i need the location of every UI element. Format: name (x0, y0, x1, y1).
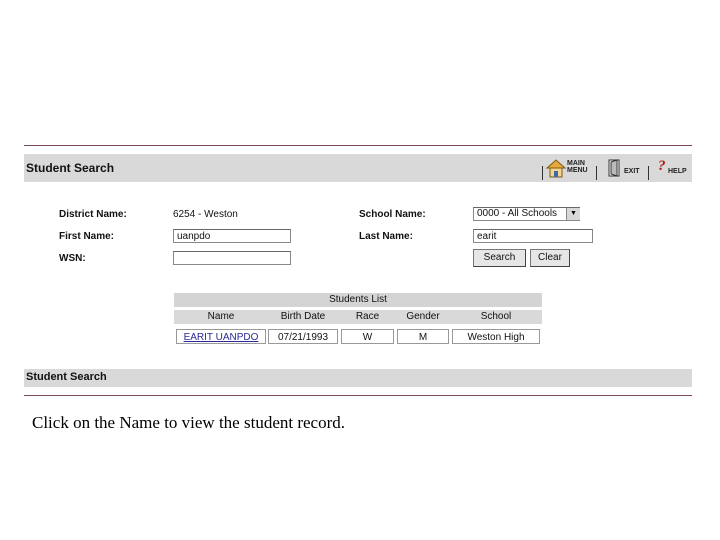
page-title: Student Search (26, 161, 115, 175)
help-button[interactable]: HELP (668, 168, 687, 175)
toolbar-separator (542, 166, 543, 180)
main-menu-label-line2: MENU (567, 167, 588, 174)
help-icon[interactable]: ? (658, 158, 666, 175)
column-header-birth-date: Birth Date (280, 311, 326, 322)
last-name-label: Last Name: (359, 231, 413, 242)
school-cell: Weston High (452, 329, 540, 344)
footer-bar (24, 369, 692, 387)
race-cell: W (341, 329, 394, 344)
bottom-divider (24, 395, 692, 396)
wsn-label: WSN: (59, 253, 86, 264)
district-name-label: District Name: (59, 209, 127, 220)
column-header-gender: Gender (406, 311, 440, 322)
search-button[interactable]: Search (473, 249, 526, 267)
school-name-select[interactable]: 0000 - All Schools (473, 207, 580, 221)
first-name-field[interactable] (173, 229, 291, 243)
first-name-label: First Name: (59, 231, 115, 242)
school-name-label: School Name: (359, 209, 426, 220)
column-header-school: School (480, 311, 512, 322)
gender-cell: M (397, 329, 449, 344)
last-name-field[interactable] (473, 229, 593, 243)
main-menu-label-line1: MAIN (567, 160, 585, 167)
main-menu-button[interactable]: MAIN MENU (567, 160, 588, 174)
exit-icon[interactable] (608, 159, 622, 177)
exit-button[interactable]: EXIT (624, 168, 640, 175)
instruction-text: Click on the Name to view the student re… (32, 413, 345, 432)
school-name-selected: 0000 - All Schools (477, 208, 558, 219)
toolbar-separator (648, 166, 649, 180)
clear-button[interactable]: Clear (530, 249, 570, 267)
footer-title: Student Search (26, 371, 107, 383)
student-name-link[interactable]: EARIT UANPDO (184, 332, 259, 343)
wsn-field[interactable] (173, 251, 291, 265)
header-bar (24, 154, 692, 182)
column-header-name: Name (207, 311, 235, 322)
column-header-race: Race (355, 311, 380, 322)
chevron-down-icon[interactable]: ▼ (566, 208, 580, 220)
toolbar-separator (596, 166, 597, 180)
birth-date-cell: 07/21/1993 (268, 329, 338, 344)
students-list-caption: Students List (174, 293, 542, 307)
main-menu-icon[interactable] (545, 158, 567, 178)
top-divider (24, 145, 692, 146)
district-name-value: 6254 - Weston (173, 209, 238, 220)
student-name-cell[interactable]: EARIT UANPDO (176, 329, 266, 344)
